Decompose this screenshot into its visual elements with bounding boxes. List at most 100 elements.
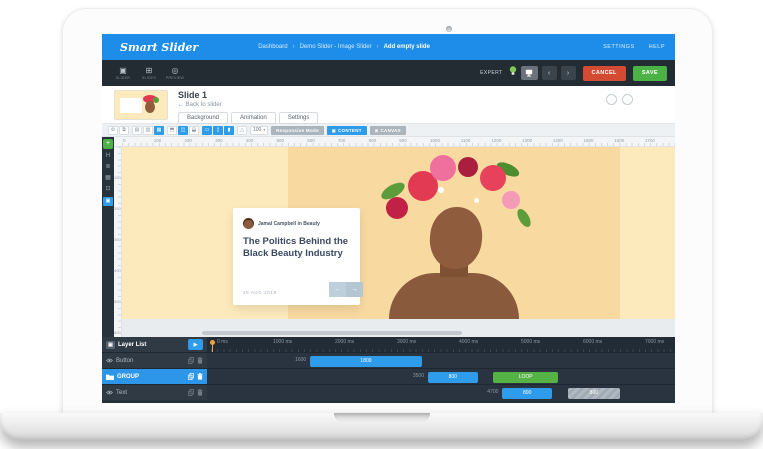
layer-delete-button[interactable] bbox=[197, 357, 203, 364]
chevron-right-icon: › bbox=[376, 44, 379, 50]
link-icon[interactable]: ⧉ bbox=[119, 125, 129, 135]
layer-duplicate-button[interactable] bbox=[188, 373, 194, 380]
device-preview-button[interactable] bbox=[520, 66, 538, 80]
add-layer-button[interactable]: + bbox=[103, 139, 113, 149]
zoom-value: 100 bbox=[253, 127, 262, 133]
laptop-camera bbox=[446, 26, 452, 32]
tab-background[interactable]: Background bbox=[178, 112, 229, 124]
settings-link[interactable]: SETTINGS bbox=[603, 44, 635, 50]
timeline-ms-label: 5000 ms bbox=[521, 339, 541, 345]
timeline-ms-label: 6000 ms bbox=[583, 339, 603, 345]
align-center-icon[interactable]: ▥ bbox=[143, 125, 153, 135]
flower bbox=[438, 187, 444, 193]
layer-delete-button[interactable] bbox=[197, 389, 203, 396]
content-tab-button[interactable]: ▣ CONTENT bbox=[326, 125, 367, 135]
gear-icon[interactable]: ⚙ bbox=[108, 125, 118, 135]
video-layer-button[interactable]: ⊡ bbox=[105, 186, 110, 193]
playhead-marker[interactable] bbox=[210, 340, 215, 352]
v-ruler-tick: 400 bbox=[114, 268, 121, 273]
preview-button[interactable]: ◎ PREVIEW bbox=[162, 61, 188, 85]
card-date[interactable]: 25 AUG 2018 bbox=[243, 290, 277, 295]
v-ruler-tick: 500 bbox=[114, 299, 121, 304]
undo-button[interactable]: ‹ bbox=[541, 66, 557, 80]
device-desktop-icon[interactable]: ▭ bbox=[202, 125, 212, 135]
breadcrumb-slider[interactable]: Demo Slider - Image Slider bbox=[300, 44, 372, 50]
zoom-control[interactable]: 100 ▾ bbox=[250, 125, 269, 135]
h-ruler-tick: 1000 bbox=[430, 138, 441, 143]
slides-icon: ⊞ bbox=[145, 66, 153, 75]
text-layer-button[interactable]: ≣ bbox=[105, 164, 110, 171]
timeline-bar[interactable]: LOOP bbox=[493, 371, 559, 383]
align-middle-icon[interactable]: ◫ bbox=[178, 125, 188, 135]
slider-button[interactable]: ▣ SLIDER bbox=[110, 61, 136, 85]
h-ruler-tick: 800 bbox=[368, 138, 377, 143]
h-ruler-tick: 1700 bbox=[644, 138, 655, 143]
slide-thumbnail[interactable] bbox=[114, 90, 168, 120]
align-right-icon[interactable]: ▦ bbox=[154, 125, 164, 135]
responsive-mode-button[interactable]: Responsive Mode bbox=[271, 125, 324, 135]
canvas-tab-button[interactable]: ⊞ CANVAS bbox=[369, 125, 406, 135]
button-layer-button[interactable]: ▣ bbox=[103, 197, 113, 206]
slider-icon: ▣ bbox=[119, 66, 127, 75]
expert-toggle[interactable] bbox=[509, 64, 517, 82]
slide-canvas[interactable]: Jamal Campbell in Beauty The Politics Be… bbox=[122, 147, 675, 319]
slide-action-button-1[interactable]: ◦ bbox=[606, 94, 617, 105]
layer-lane: 4700 800 800 bbox=[207, 385, 675, 400]
back-to-slider-link[interactable]: ← Back to slider bbox=[178, 102, 318, 108]
h-ruler-tick: 100 bbox=[153, 138, 162, 143]
timeline-bar[interactable]: 800 bbox=[428, 371, 478, 383]
canvas-horizontal-scrollbar[interactable] bbox=[202, 331, 462, 335]
preview-icon: ◎ bbox=[171, 66, 179, 75]
expert-label: EXPERT bbox=[480, 70, 503, 76]
breadcrumb: Dashboard › Demo Slider - Image Slider ›… bbox=[258, 44, 430, 50]
breadcrumb-dashboard[interactable]: Dashboard bbox=[258, 44, 287, 50]
redo-button[interactable]: › bbox=[560, 66, 576, 80]
tab-settings[interactable]: Settings bbox=[278, 112, 319, 124]
card-title[interactable]: The Politics Behind the Black Beauty Ind… bbox=[243, 236, 350, 261]
timeline-layer-row-text[interactable]: Text 4700 800 800 bbox=[102, 384, 675, 400]
timeline-ms-label: 1000 ms bbox=[273, 339, 293, 345]
h-ruler-tick: 900 bbox=[399, 138, 407, 143]
align-top-icon[interactable]: ⬒ bbox=[167, 125, 177, 135]
heading-layer-button[interactable]: H bbox=[106, 153, 110, 160]
help-link[interactable]: HELP bbox=[649, 44, 665, 50]
author-label[interactable]: Jamal Campbell in Beauty bbox=[258, 221, 320, 227]
duplicate-icon bbox=[188, 389, 194, 396]
layer-duplicate-button[interactable] bbox=[188, 389, 194, 396]
layer-list-icon: ▣ bbox=[106, 340, 115, 349]
timeline-layer-row-button[interactable]: Button 1600 1800 bbox=[102, 352, 675, 368]
timeline-bar[interactable]: 800 bbox=[567, 387, 621, 399]
slide-action-button-2[interactable]: ◦ bbox=[622, 94, 633, 105]
app-screen: Smart Slider Dashboard › Demo Slider - I… bbox=[102, 34, 675, 403]
device-tablet-icon[interactable]: ▯ bbox=[213, 125, 223, 135]
timeline-bar[interactable]: 800 bbox=[502, 387, 552, 399]
duplicate-icon bbox=[188, 357, 194, 364]
layer-delete-button[interactable] bbox=[197, 373, 203, 380]
layer-delay-value: 4700 bbox=[487, 389, 499, 395]
cancel-button[interactable]: CANCEL bbox=[582, 65, 626, 81]
image-layer-button[interactable]: ▦ bbox=[105, 175, 111, 182]
smart-slider-logo[interactable]: Smart Slider bbox=[120, 41, 198, 54]
content-card-layer[interactable]: Jamal Campbell in Beauty The Politics Be… bbox=[233, 208, 363, 305]
timeline-panel: ▣ Layer List ▶ 0 ms 1000 ms 2000 ms 3000 ms… bbox=[102, 337, 675, 403]
save-button[interactable]: SAVE bbox=[632, 65, 667, 81]
align-bottom-icon[interactable]: ⬓ bbox=[189, 125, 199, 135]
prev-arrow-button[interactable]: ← bbox=[329, 282, 346, 297]
timeline-bar[interactable]: 1800 bbox=[310, 355, 422, 367]
align-left-icon[interactable]: ▤ bbox=[132, 125, 142, 135]
guides-toggle-icon[interactable]: △ bbox=[237, 125, 247, 135]
slides-button[interactable]: ⊞ SLIDES bbox=[136, 61, 162, 85]
h-ruler-tick: 400 bbox=[245, 138, 254, 143]
h-ruler-tick: 1400 bbox=[552, 138, 563, 143]
slide-title: Slide 1 bbox=[178, 90, 208, 100]
tab-animation[interactable]: Animation bbox=[231, 112, 276, 124]
breadcrumb-add-empty-slide[interactable]: Add empty slide bbox=[384, 44, 430, 50]
h-ruler-tick: 1200 bbox=[491, 138, 502, 143]
layer-duplicate-button[interactable] bbox=[188, 357, 194, 364]
play-button[interactable]: ▶ bbox=[188, 339, 203, 350]
timeline-layer-row-group[interactable]: GROUP 3500 800 LOOP bbox=[102, 368, 675, 384]
back-arrow-icon: ← bbox=[178, 102, 184, 108]
next-arrow-button[interactable]: → bbox=[346, 282, 363, 297]
h-ruler-tick: 200 bbox=[184, 138, 192, 143]
device-mobile-icon[interactable]: ▮ bbox=[224, 125, 234, 135]
